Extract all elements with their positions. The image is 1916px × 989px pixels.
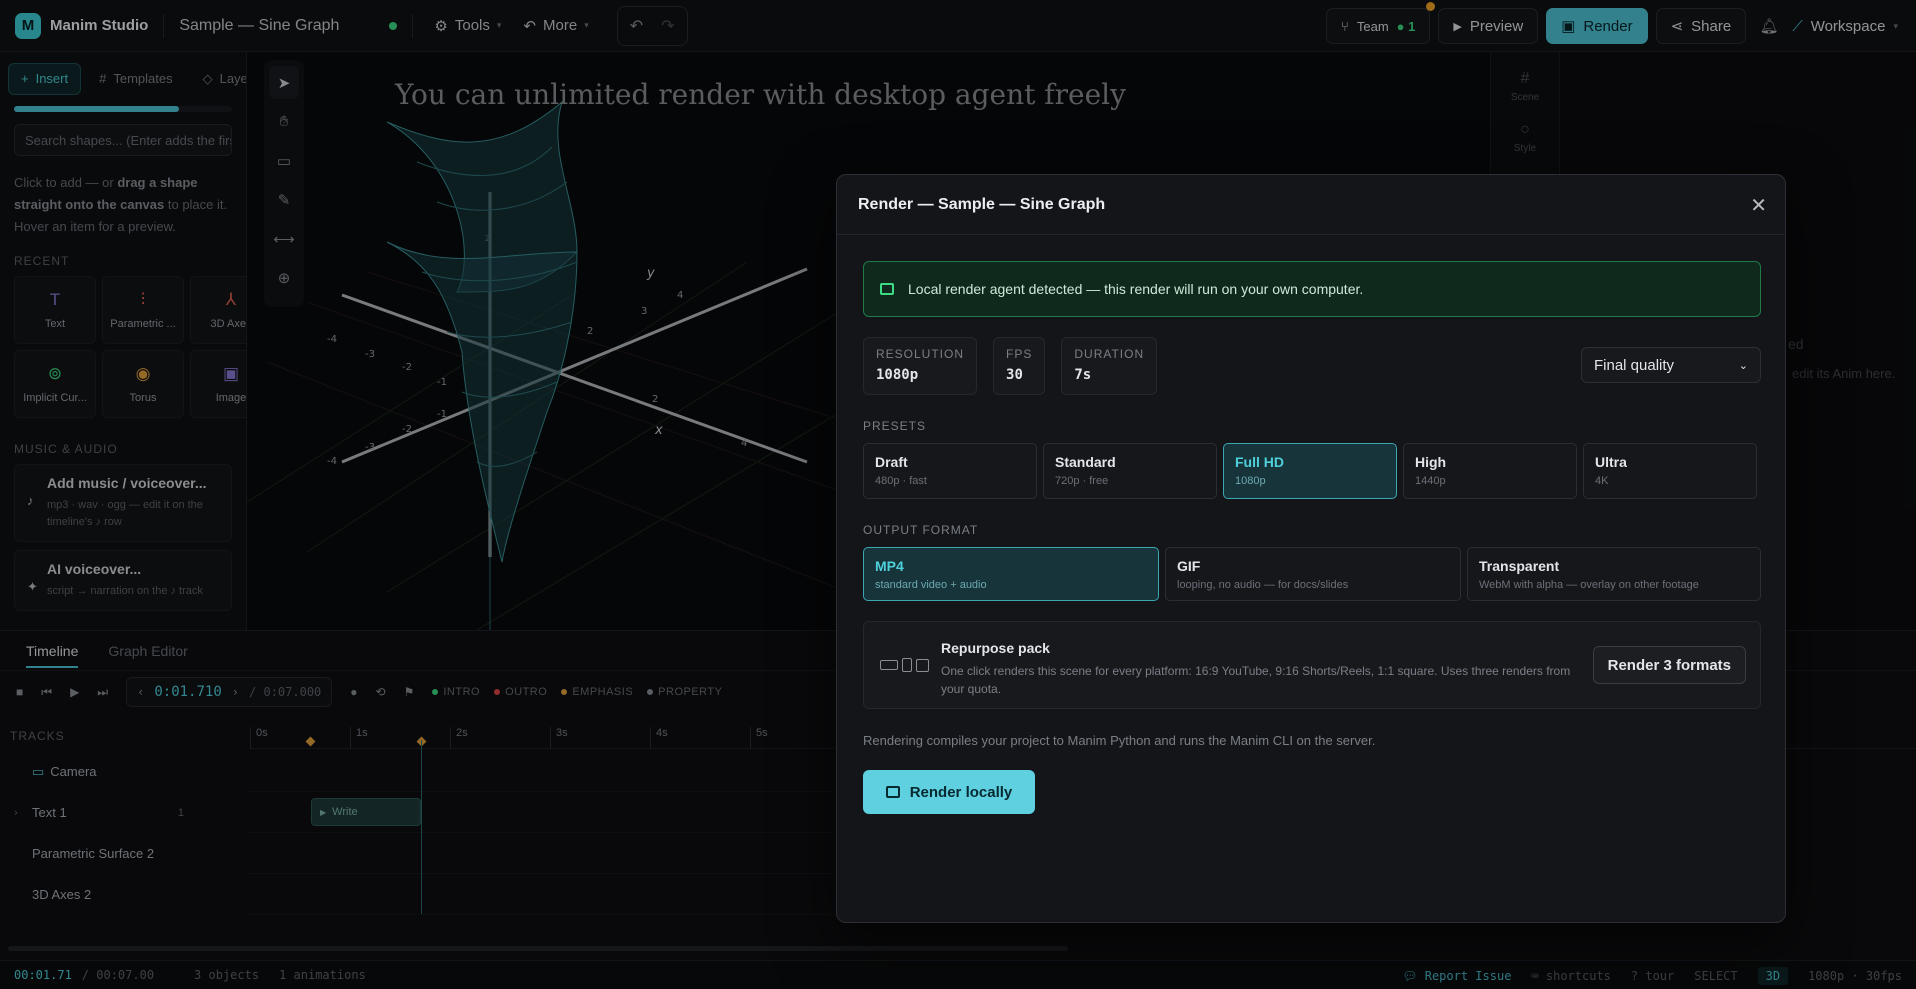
render-stats: RESOLUTION 1080p FPS 30 DURATION 7s Final q… <box>863 337 1761 395</box>
render-dialog: Render — Sample — Sine Graph ✕ Local ren… <box>836 174 1786 923</box>
format-title: MP4 <box>875 558 904 574</box>
format-title: GIF <box>1177 558 1201 574</box>
film-icon <box>885 786 900 798</box>
preset-title: High <box>1415 454 1447 470</box>
format-subtitle: looping, no audio — for docs/slides <box>1177 579 1349 591</box>
quality-select-value: Final quality <box>1594 356 1675 374</box>
preset-subtitle: 480p · fast <box>875 475 927 487</box>
format-options: MP4 standard video + audio GIF looping, no … <box>863 547 1761 601</box>
format-option[interactable]: Transparent WebM with alpha — overlay on … <box>1467 547 1761 601</box>
preset-title: Standard <box>1055 454 1116 470</box>
stat-fps: FPS 30 <box>993 337 1046 395</box>
film-icon <box>880 283 894 295</box>
aspect-ratio-icons <box>880 658 929 672</box>
preset-option[interactable]: Ultra 4K <box>1583 443 1757 499</box>
preset-options: Draft 480p · fast Standard 720p · free Full … <box>863 443 1761 499</box>
stat-duration: DURATION 7s <box>1061 337 1158 395</box>
render-locally-button[interactable]: Render locally <box>863 770 1035 814</box>
format-title: Transparent <box>1479 558 1560 574</box>
format-option[interactable]: GIF looping, no audio — for docs/slides <box>1165 547 1461 601</box>
dialog-title: Render — Sample — Sine Graph <box>837 175 1785 235</box>
preset-option[interactable]: Draft 480p · fast <box>863 443 1037 499</box>
render-locally-label: Render locally <box>909 783 1013 801</box>
render-note: Rendering compiles your project to Manim… <box>863 733 1376 748</box>
format-subtitle: WebM with alpha — overlay on other foota… <box>1479 579 1699 591</box>
preset-title: Draft <box>875 454 908 470</box>
repurpose-pack-card: Repurpose pack One click renders this sc… <box>863 621 1761 709</box>
preset-title: Ultra <box>1595 454 1627 470</box>
format-subtitle: standard video + audio <box>875 579 987 591</box>
preset-subtitle: 4K <box>1595 475 1609 487</box>
preset-title: Full HD <box>1235 454 1284 470</box>
chevron-down-icon: ⌄ <box>1738 359 1748 372</box>
presets-heading: PRESETS <box>863 419 927 433</box>
repurpose-description: One click renders this scene for every p… <box>941 664 1571 696</box>
preset-subtitle: 720p · free <box>1055 475 1109 487</box>
format-option[interactable]: MP4 standard video + audio <box>863 547 1159 601</box>
preset-subtitle: 1080p <box>1235 475 1266 487</box>
quality-select[interactable]: Final quality ⌄ <box>1581 347 1761 383</box>
preset-option[interactable]: Full HD 1080p <box>1223 443 1397 499</box>
render-3-formats-button[interactable]: Render 3 formats <box>1592 646 1746 684</box>
preset-subtitle: 1440p <box>1415 475 1446 487</box>
close-icon[interactable]: ✕ <box>1750 193 1767 218</box>
agent-detected-alert: Local render agent detected — this rende… <box>863 261 1761 317</box>
stat-resolution: RESOLUTION 1080p <box>863 337 978 395</box>
preset-option[interactable]: High 1440p <box>1403 443 1577 499</box>
preset-option[interactable]: Standard 720p · free <box>1043 443 1217 499</box>
alert-text: Local render agent detected — this rende… <box>908 281 1364 297</box>
format-heading: OUTPUT FORMAT <box>863 523 979 537</box>
